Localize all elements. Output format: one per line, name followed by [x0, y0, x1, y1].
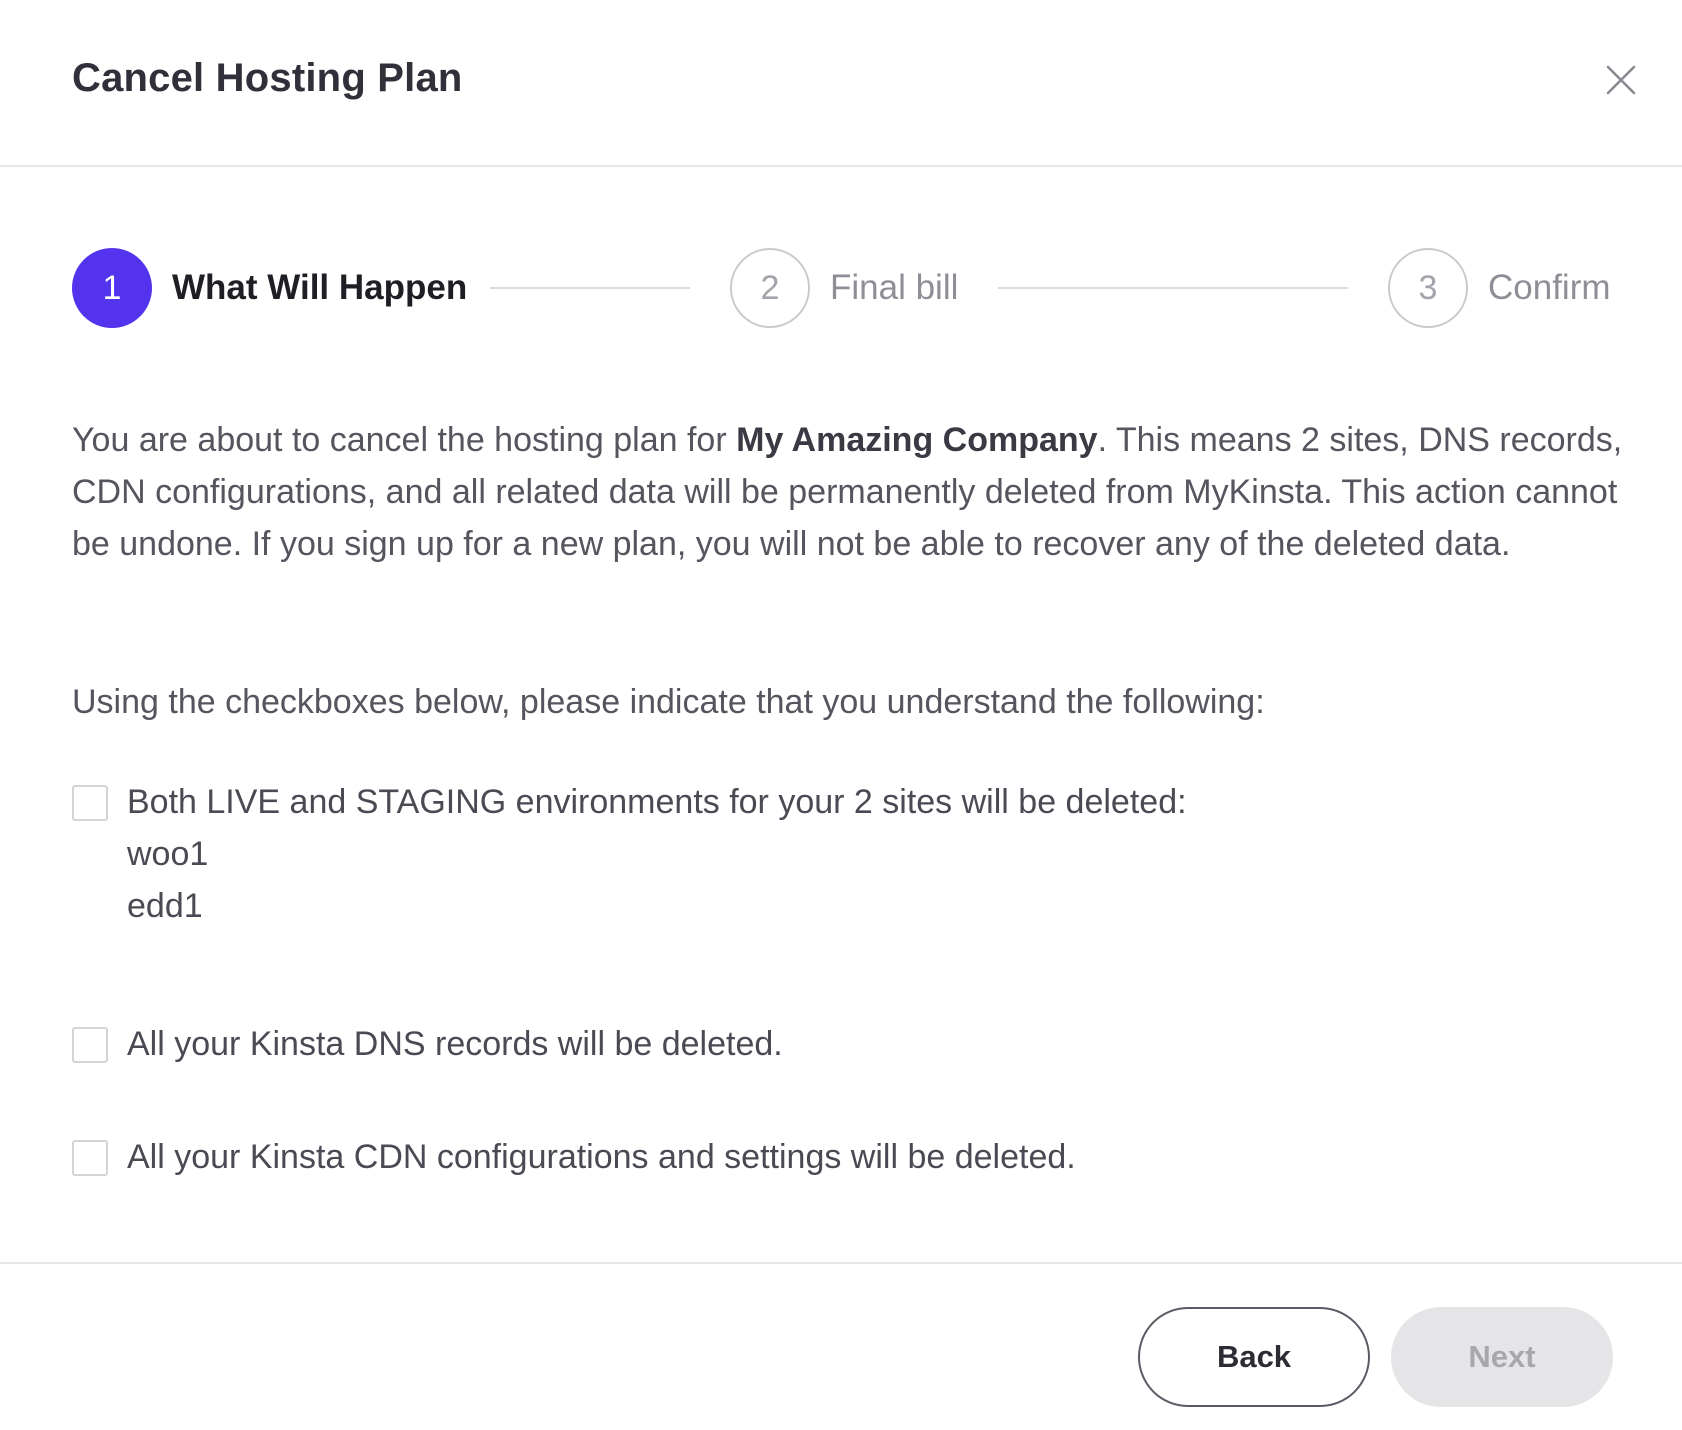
checkbox-label-dns: All your Kinsta DNS records will be dele…: [127, 1025, 783, 1063]
step-3-number: 3: [1388, 248, 1468, 328]
environments-checkbox[interactable]: [72, 785, 108, 821]
intro-text-start: You are about to cancel the hosting plan…: [72, 421, 737, 459]
checkbox-row-dns: All your Kinsta DNS records will be dele…: [72, 1018, 1612, 1070]
close-button[interactable]: [1604, 63, 1638, 97]
intro-paragraph: You are about to cancel the hosting plan…: [72, 414, 1632, 570]
step-2-number: 2: [730, 248, 810, 328]
step-2-label: Final bill: [830, 268, 959, 307]
checkbox-text: Both LIVE and STAGING environments for y…: [127, 776, 1187, 932]
company-name: My Amazing Company: [736, 421, 1098, 459]
step-connector: [998, 287, 1348, 289]
back-button[interactable]: Back: [1138, 1307, 1370, 1407]
cancel-hosting-plan-dialog: Cancel Hosting Plan 1 What Will Happen 2…: [0, 0, 1682, 1430]
site-name: edd1: [127, 887, 203, 925]
stepper: 1 What Will Happen 2 Final bill 3 Confir…: [0, 248, 1682, 328]
dialog-title: Cancel Hosting Plan: [72, 56, 463, 100]
dialog-footer: Back Next: [0, 1262, 1682, 1430]
dns-checkbox[interactable]: [72, 1027, 108, 1063]
cdn-checkbox[interactable]: [72, 1140, 108, 1176]
checkbox-instruction: Using the checkboxes below, please indic…: [72, 683, 1265, 721]
step-1-number: 1: [72, 248, 152, 328]
checkbox-row-cdn: All your Kinsta CDN configurations and s…: [72, 1131, 1612, 1183]
site-name: woo1: [127, 835, 209, 873]
dialog-header: Cancel Hosting Plan: [0, 0, 1682, 167]
checkbox-label-environments: Both LIVE and STAGING environments for y…: [127, 783, 1187, 821]
next-button[interactable]: Next: [1391, 1307, 1613, 1407]
step-1-label: What Will Happen: [172, 268, 468, 307]
step-connector: [490, 287, 690, 289]
checkbox-row-environments: Both LIVE and STAGING environments for y…: [72, 776, 1612, 936]
close-icon: [1606, 65, 1636, 95]
checkbox-label-cdn: All your Kinsta CDN configurations and s…: [127, 1138, 1076, 1176]
step-3-label: Confirm: [1488, 268, 1611, 307]
